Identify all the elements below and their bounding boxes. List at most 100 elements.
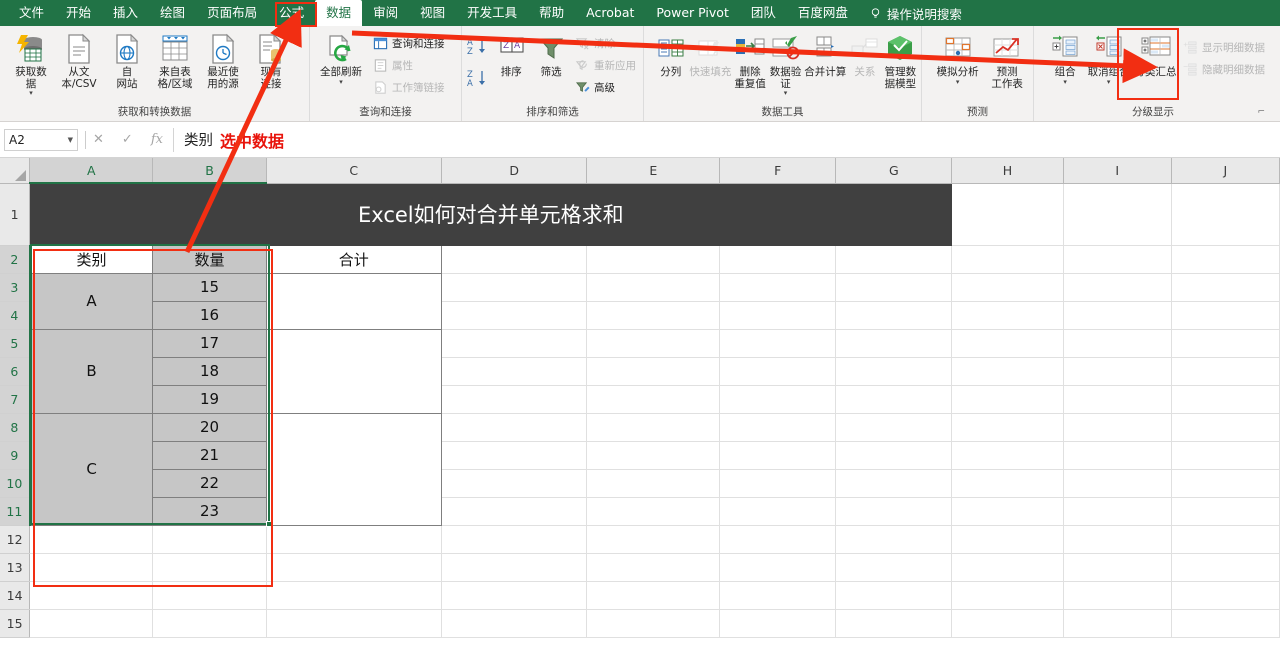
cell-G2[interactable] <box>835 245 953 274</box>
cell-I2[interactable] <box>1063 245 1172 274</box>
cell-D13[interactable] <box>441 553 588 582</box>
tell-me-search[interactable]: 操作说明搜索 <box>869 4 962 23</box>
relationships-button[interactable]: 关系 <box>847 30 882 81</box>
cell-G13[interactable] <box>835 553 953 582</box>
from-web-button[interactable]: 自 网站 <box>103 30 151 92</box>
cell-B10[interactable]: 22 <box>152 468 267 498</box>
cell-J9[interactable] <box>1171 441 1280 470</box>
cell-F4[interactable] <box>719 301 837 330</box>
cell-J5[interactable] <box>1171 329 1280 358</box>
cell-B13[interactable] <box>152 553 267 582</box>
cell-D7[interactable] <box>441 385 588 414</box>
menu-tab-insert[interactable]: 插入 <box>102 1 149 25</box>
row-header-7[interactable]: 7 <box>0 385 31 414</box>
hide-detail-button[interactable]: − 隐藏明细数据 <box>1179 58 1269 80</box>
cell-F2[interactable] <box>719 245 837 274</box>
menu-tab-team[interactable]: 团队 <box>740 1 787 25</box>
cell-G9[interactable] <box>835 441 953 470</box>
cell-F11[interactable] <box>719 497 837 526</box>
fx-icon[interactable]: fx <box>151 132 163 147</box>
menu-tab-formulas[interactable]: 公式 <box>268 1 315 25</box>
cell-D15[interactable] <box>441 609 588 638</box>
cell-C14[interactable] <box>266 581 442 610</box>
filter-button[interactable]: 筛选 <box>531 30 571 81</box>
cell-F10[interactable] <box>719 469 837 498</box>
menu-tab-data[interactable]: 数据 <box>315 0 363 26</box>
cell-E7[interactable] <box>586 385 721 414</box>
cell-F13[interactable] <box>719 553 837 582</box>
cell-J12[interactable] <box>1171 525 1280 554</box>
cell-B6[interactable]: 18 <box>152 356 267 386</box>
cell-E12[interactable] <box>586 525 721 554</box>
menu-tab-acrobat[interactable]: Acrobat <box>575 1 645 25</box>
cell-F8[interactable] <box>719 413 837 442</box>
text-to-columns-button[interactable]: 分列 <box>653 30 688 81</box>
cell-B5[interactable]: 17 <box>152 328 267 358</box>
row-header-10[interactable]: 10 <box>0 469 31 498</box>
show-detail-button[interactable]: + 显示明细数据 <box>1179 36 1269 58</box>
what-if-analysis-button[interactable]: 模拟分析 ▾ <box>931 30 984 87</box>
cell-J4[interactable] <box>1171 301 1280 330</box>
row-header-15[interactable]: 15 <box>0 609 31 638</box>
cell-J14[interactable] <box>1171 581 1280 610</box>
cell-E6[interactable] <box>586 357 721 386</box>
cell-G14[interactable] <box>835 581 953 610</box>
column-header-A[interactable]: A <box>29 158 154 184</box>
cell-I6[interactable] <box>1063 357 1172 386</box>
cell-H6[interactable] <box>951 357 1064 386</box>
cell-G4[interactable] <box>835 301 953 330</box>
advanced-filter-button[interactable]: 高级 <box>571 76 640 98</box>
workbook-links-button[interactable]: 工作簿链接 <box>369 76 449 98</box>
cell-D9[interactable] <box>441 441 588 470</box>
from-table-range-button[interactable]: 来自表 格/区域 <box>151 30 199 92</box>
column-header-I[interactable]: I <box>1063 158 1172 184</box>
sort-button[interactable]: Z A 排序 <box>491 30 531 81</box>
cell-D5[interactable] <box>441 329 588 358</box>
cell-F12[interactable] <box>719 525 837 554</box>
name-box[interactable]: A2 ▼ <box>4 128 78 151</box>
row-header-13[interactable]: 13 <box>0 553 31 582</box>
column-header-G[interactable]: G <box>835 158 953 184</box>
cell-G10[interactable] <box>835 469 953 498</box>
cell-I14[interactable] <box>1063 581 1172 610</box>
cell-G11[interactable] <box>835 497 953 526</box>
cell-I12[interactable] <box>1063 525 1172 554</box>
row-header-11[interactable]: 11 <box>0 497 31 526</box>
cell-D8[interactable] <box>441 413 588 442</box>
cell-D10[interactable] <box>441 469 588 498</box>
cell-B14[interactable] <box>152 581 267 610</box>
cell-H7[interactable] <box>951 385 1064 414</box>
row-header-3[interactable]: 3 <box>0 273 31 302</box>
cell-I11[interactable] <box>1063 497 1172 526</box>
cell-B9[interactable]: 21 <box>152 440 267 470</box>
cell-I15[interactable] <box>1063 609 1172 638</box>
remove-duplicates-button[interactable]: 删除 重复值 <box>732 30 767 92</box>
sort-descending-button[interactable]: Z A <box>466 68 490 92</box>
cell-D11[interactable] <box>441 497 588 526</box>
cell-B12[interactable] <box>152 525 267 554</box>
cell-G7[interactable] <box>835 385 953 414</box>
row-header-14[interactable]: 14 <box>0 581 31 610</box>
cell-F15[interactable] <box>719 609 837 638</box>
recent-sources-button[interactable]: 最近使 用的源 <box>199 30 247 92</box>
cell-E14[interactable] <box>586 581 721 610</box>
cell-J1[interactable] <box>1171 183 1280 246</box>
cell-C5-total-b[interactable] <box>265 328 442 414</box>
cell-F6[interactable] <box>719 357 837 386</box>
cell-J15[interactable] <box>1171 609 1280 638</box>
dialog-launcher-icon[interactable]: ⌐ <box>1257 104 1265 120</box>
reapply-button[interactable]: 重新应用 <box>571 54 640 76</box>
cancel-icon[interactable]: ✕ <box>93 132 104 147</box>
cell-I5[interactable] <box>1063 329 1172 358</box>
cell-D6[interactable] <box>441 357 588 386</box>
properties-button[interactable]: 属性 <box>369 54 449 76</box>
sort-ascending-button[interactable]: A Z <box>466 36 490 60</box>
cell-C12[interactable] <box>266 525 442 554</box>
forecast-sheet-button[interactable]: 预测 工作表 <box>984 30 1030 92</box>
cell-F3[interactable] <box>719 273 837 302</box>
cell-E5[interactable] <box>586 329 721 358</box>
row-header-9[interactable]: 9 <box>0 441 31 470</box>
menu-tab-file[interactable]: 文件 <box>8 1 55 25</box>
cell-G12[interactable] <box>835 525 953 554</box>
menu-tab-draw[interactable]: 绘图 <box>149 1 196 25</box>
